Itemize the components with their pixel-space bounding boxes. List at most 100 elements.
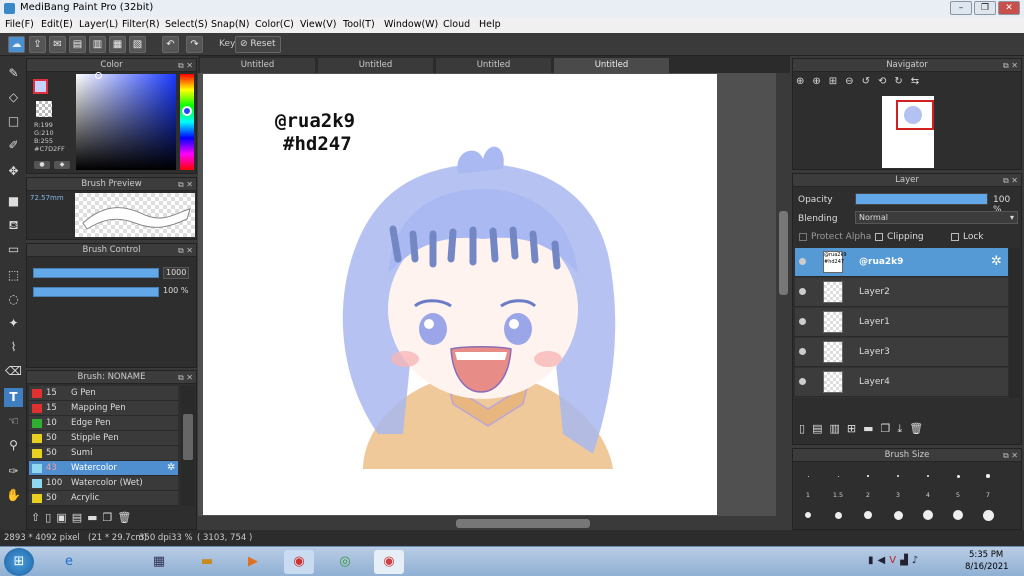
brush-list-scroll-thumb[interactable] — [183, 414, 193, 460]
brush-opacity-slider[interactable] — [33, 287, 159, 297]
brush-size-dot[interactable] — [923, 510, 933, 520]
tab-untitled-3[interactable]: Untitled — [436, 58, 551, 73]
redo-icon[interactable]: ↷ — [186, 36, 203, 53]
layer-list-scrollbar[interactable] — [1009, 248, 1020, 398]
new-brush-icon[interactable]: ▯ — [45, 511, 56, 524]
eyedropper-tool-icon[interactable]: ✑ — [4, 462, 23, 481]
visibility-eye-icon[interactable] — [799, 348, 806, 355]
menu-color[interactable]: Color(C) — [255, 19, 294, 30]
panel-float-icon[interactable]: ⧉ ✕ — [1003, 449, 1018, 462]
add-brush-icon[interactable]: ⇧ — [31, 511, 45, 524]
color-mode-button-2[interactable]: ◆ — [54, 161, 70, 169]
brush-size-dot[interactable] — [893, 510, 903, 520]
menu-tool[interactable]: Tool(T) — [343, 19, 375, 30]
panels-icon[interactable]: ▧ — [129, 36, 146, 53]
chrome-icon[interactable]: ◉ — [284, 550, 314, 574]
brush-size-dot[interactable] — [864, 511, 872, 519]
panel-float-icon[interactable]: ⧉ ✕ — [178, 244, 193, 257]
brush-size-dot[interactable] — [834, 511, 842, 519]
tab-untitled-1[interactable]: Untitled — [200, 58, 315, 73]
brush-tool-icon[interactable]: ✎ — [4, 64, 23, 83]
layer-row[interactable]: Layer4 — [795, 368, 1008, 397]
brush-size-dot[interactable] — [953, 510, 963, 520]
brush-size-dot[interactable] — [805, 512, 811, 518]
protect-alpha-checkbox[interactable] — [799, 233, 807, 241]
brush-list-scrollbar[interactable] — [181, 386, 195, 506]
panel-float-icon[interactable]: ⧉ ✕ — [1003, 59, 1018, 72]
rotate-right-icon[interactable]: ↻ — [894, 76, 910, 87]
operation-tool-icon[interactable]: ☜ — [4, 412, 23, 431]
menu-view[interactable]: View(V) — [300, 19, 336, 30]
menu-edit[interactable]: Edit(E) — [41, 19, 73, 30]
tray-network-icon[interactable]: ▟ — [900, 555, 912, 566]
visibility-eye-icon[interactable] — [799, 288, 806, 295]
layer-opacity-slider[interactable] — [855, 193, 988, 205]
brush-item[interactable]: 15 Mapping Pen — [29, 401, 178, 416]
add-layer-menu-icon[interactable]: ⊞ — [847, 422, 863, 435]
brush-size-dot[interactable] — [986, 474, 990, 478]
color-mode-button-1[interactable]: ● — [34, 161, 50, 169]
rotate-reset-icon[interactable]: ⟲ — [878, 76, 894, 87]
dropper-tool-icon[interactable]: ⚲ — [4, 436, 23, 455]
visibility-eye-icon[interactable] — [799, 258, 806, 265]
menu-cloud[interactable]: Cloud — [443, 19, 470, 30]
merge-layer-icon[interactable]: ⤓ — [897, 422, 909, 435]
brush-size-dot[interactable] — [956, 474, 960, 478]
delete-layer-icon[interactable]: 🗑 — [909, 422, 930, 435]
menu-window[interactable]: Window(W) — [384, 19, 438, 30]
canvas-vertical-thumb[interactable] — [779, 211, 788, 295]
menu-file[interactable]: File(F) — [5, 19, 34, 30]
menu-help[interactable]: Help — [479, 19, 501, 30]
brush-item[interactable]: 100 Watercolor (Wet) — [29, 476, 178, 491]
canvas-vertical-scrollbar[interactable] — [776, 73, 790, 516]
brush-item[interactable]: 15 G Pen — [29, 386, 178, 401]
brush-item[interactable]: 50 Stipple Pen — [29, 431, 178, 446]
visibility-eye-icon[interactable] — [799, 318, 806, 325]
magic-wand-tool-icon[interactable]: ✦ — [4, 314, 23, 333]
canvas-area[interactable]: @rua2k9 #hd247 — [198, 73, 790, 530]
tray-v-icon[interactable]: V — [889, 555, 900, 566]
brush-delete-icon[interactable]: 🗑 — [117, 511, 136, 524]
medibang-taskbar-icon[interactable]: ◉ — [374, 550, 404, 574]
new-8bit-layer-icon[interactable]: ▥ — [829, 422, 846, 435]
lock-checkbox[interactable] — [951, 233, 959, 241]
brush-size-dot[interactable] — [837, 475, 839, 477]
brush-size-dot[interactable] — [867, 475, 869, 477]
gradient-tool-icon[interactable]: ▭ — [4, 240, 23, 259]
brush-size-dot[interactable] — [807, 475, 809, 477]
panel-float-icon[interactable]: ⧉ ✕ — [178, 178, 193, 191]
brush-doc-icon[interactable]: ▤ — [72, 511, 87, 524]
duplicate-layer-icon[interactable]: ❐ — [881, 422, 898, 435]
brush-item[interactable]: 50 Sumi — [29, 446, 178, 461]
clipping-checkbox[interactable] — [875, 233, 883, 241]
hand-tool-icon[interactable]: ✋ — [4, 486, 23, 505]
layer-row-selected[interactable]: @rua2k9 #hd247 @rua2k9 ✲ — [795, 248, 1008, 277]
brush-item[interactable]: 10 Edge Pen — [29, 416, 178, 431]
select-eraser-tool-icon[interactable]: ⌫ — [4, 362, 23, 381]
minimize-button[interactable]: – — [950, 1, 972, 15]
brush-size-dot[interactable] — [982, 509, 994, 521]
move-tool-icon[interactable]: ✥ — [4, 162, 23, 181]
rotate-left-icon[interactable]: ↺ — [862, 76, 878, 87]
layer-row[interactable]: Layer2 — [795, 278, 1008, 307]
tray-device-icon[interactable]: ▮ — [868, 555, 878, 566]
select-rect-tool-icon[interactable]: ⬚ — [4, 266, 23, 285]
ie-icon[interactable]: e — [54, 550, 84, 574]
layer-row[interactable]: Layer1 — [795, 308, 1008, 337]
brush-size-slider[interactable] — [33, 268, 159, 278]
brush-item-selected[interactable]: 43 Watercolor ✲ — [29, 461, 178, 476]
panel-float-icon[interactable]: ⧉ ✕ — [178, 371, 193, 384]
brush-size-value[interactable]: 1000 — [163, 267, 189, 279]
canvas-horizontal-thumb[interactable] — [456, 519, 590, 528]
secondary-color-swatch[interactable] — [36, 101, 52, 117]
brush-folder-icon[interactable]: ▬ — [87, 511, 102, 524]
share-icon[interactable]: ⇪ — [29, 36, 46, 53]
grid-icon[interactable]: ▦ — [109, 36, 126, 53]
brush-item[interactable]: 50 Acrylic — [29, 491, 178, 506]
menu-layer[interactable]: Layer(L) — [79, 19, 118, 30]
fill-rect-tool-icon[interactable]: ■ — [4, 192, 23, 211]
text-tool-icon[interactable]: T — [4, 388, 23, 407]
tab-untitled-2[interactable]: Untitled — [318, 58, 433, 73]
layer-folder-icon[interactable]: ▬ — [863, 422, 880, 435]
app-icon-green[interactable]: ◎ — [330, 550, 360, 574]
